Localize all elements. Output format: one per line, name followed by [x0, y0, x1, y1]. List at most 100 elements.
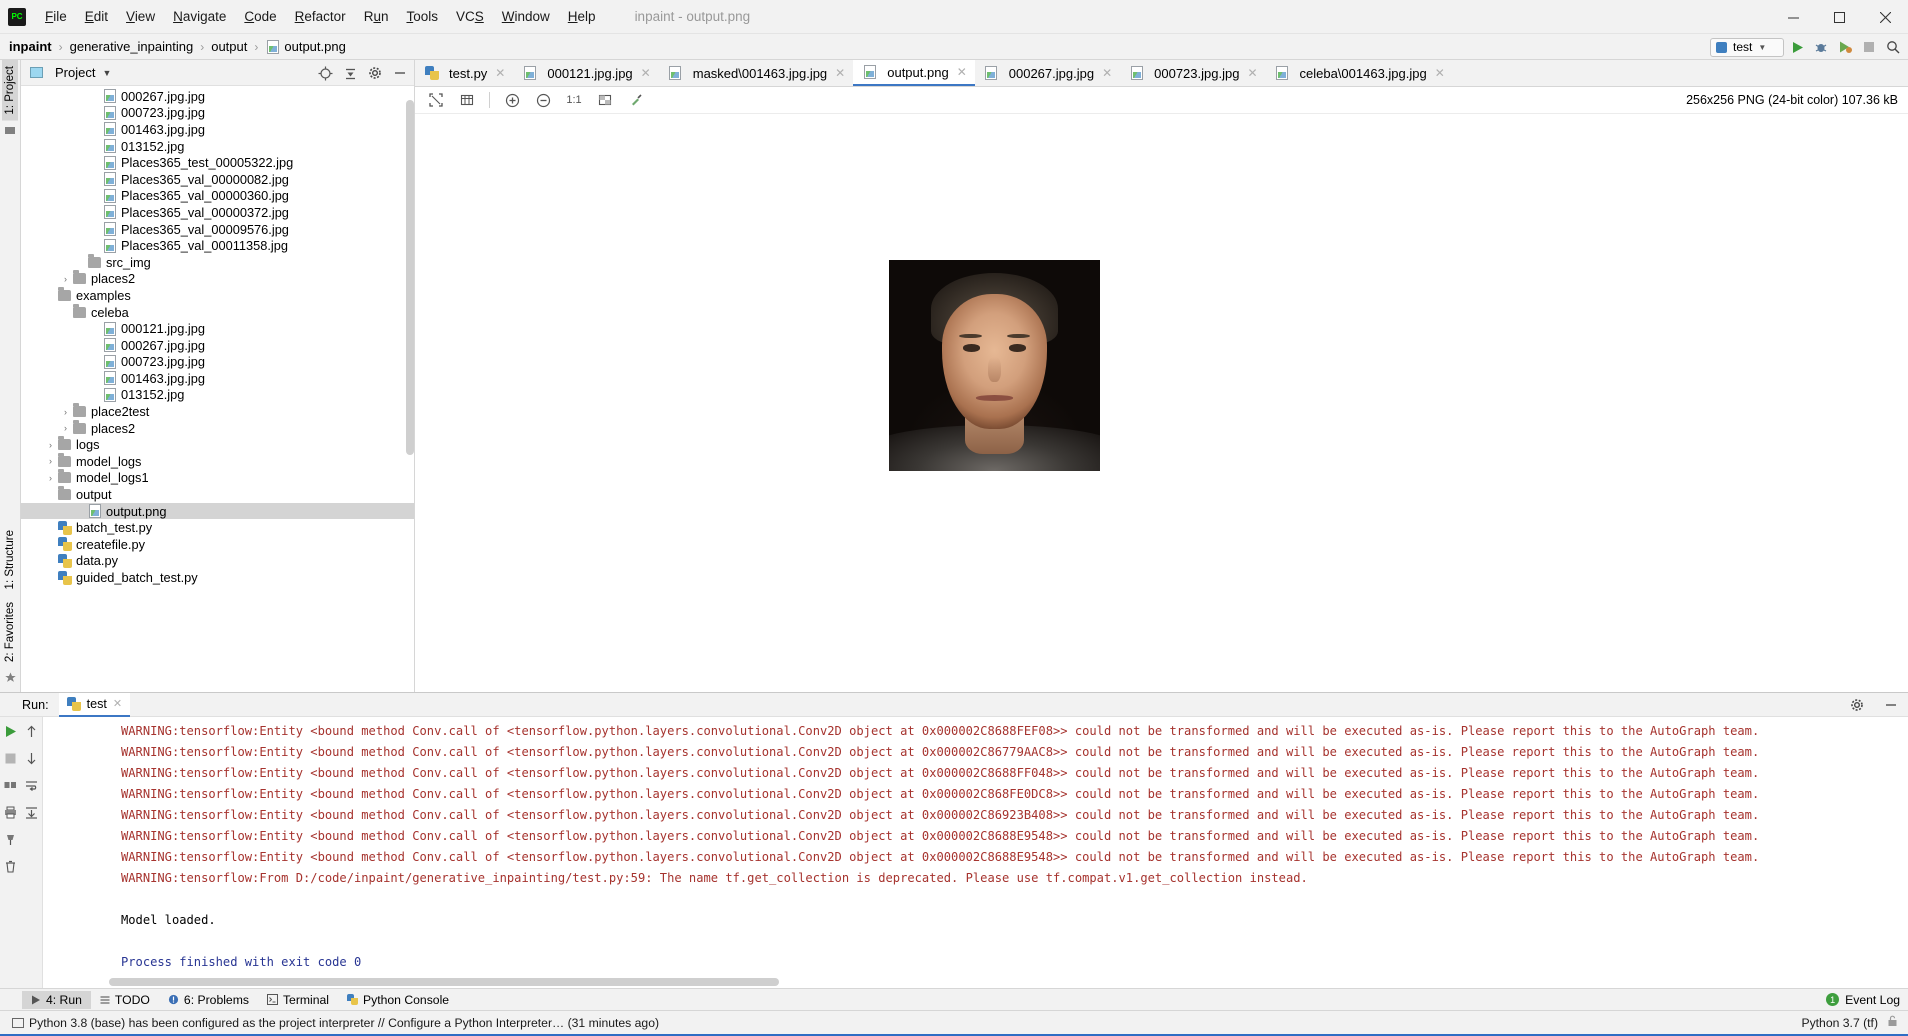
menu-code[interactable]: Code: [235, 6, 285, 27]
maximize-button[interactable]: [1816, 0, 1862, 34]
toggle-grid-icon[interactable]: [456, 89, 478, 111]
scroll-down-button[interactable]: [21, 748, 42, 768]
zoom-in-icon[interactable]: [501, 89, 523, 111]
menu-run[interactable]: Run: [355, 6, 398, 27]
bottom-button-todo[interactable]: TODO: [91, 991, 159, 1009]
project-tree[interactable]: 000267.jpg.jpg 000723.jpg.jpg 001463.jpg.j…: [21, 86, 414, 692]
close-icon[interactable]: ✕: [1435, 66, 1445, 80]
breadcrumb-item-file[interactable]: output.png: [284, 39, 345, 54]
tree-row[interactable]: 000121.jpg.jpg: [21, 320, 414, 337]
tree-row[interactable]: 001463.jpg.jpg: [21, 370, 414, 387]
tree-row[interactable]: ⱟ output: [21, 486, 414, 503]
bottom-button-python-console[interactable]: Python Console: [338, 991, 458, 1009]
soft-wrap-button[interactable]: [21, 775, 42, 795]
bottom-button-run[interactable]: 4: Run: [22, 991, 91, 1009]
tree-row[interactable]: 000723.jpg.jpg: [21, 354, 414, 371]
run-with-coverage-button[interactable]: [1834, 36, 1856, 58]
project-settings-gear-icon[interactable]: [364, 62, 386, 84]
tree-twisty[interactable]: ›: [44, 456, 57, 466]
close-button[interactable]: [1862, 0, 1908, 34]
favorites-star-icon[interactable]: [5, 671, 16, 686]
search-everywhere-icon[interactable]: [1882, 36, 1904, 58]
tree-twisty[interactable]: ⱟ: [59, 307, 72, 317]
chevron-down-icon[interactable]: ▼: [102, 68, 111, 78]
close-icon[interactable]: ✕: [495, 66, 505, 80]
bottom-button-terminal[interactable]: Terminal: [258, 991, 338, 1009]
project-tree-scrollbar[interactable]: [406, 100, 414, 455]
tree-row[interactable]: › logs: [21, 436, 414, 453]
menu-refactor[interactable]: Refactor: [286, 6, 355, 27]
tree-twisty[interactable]: ›: [44, 440, 57, 450]
menu-edit[interactable]: Edit: [76, 6, 117, 27]
tree-row[interactable]: › places2: [21, 420, 414, 437]
fit-to-window-icon[interactable]: [425, 89, 447, 111]
breadcrumb-item-module[interactable]: generative_inpainting: [70, 39, 194, 54]
close-icon[interactable]: ✕: [957, 65, 967, 79]
tree-row[interactable]: Places365_val_00011358.jpg: [21, 237, 414, 254]
close-icon[interactable]: ✕: [113, 697, 122, 710]
editor-tab[interactable]: celeba\001463.jpg.jpg ✕: [1266, 60, 1453, 86]
tree-row[interactable]: › place2test: [21, 403, 414, 420]
tree-row[interactable]: Places365_test_00005322.jpg: [21, 154, 414, 171]
editor-tab[interactable]: output.png ✕: [853, 60, 975, 86]
tree-twisty[interactable]: ›: [44, 473, 57, 483]
pin-tab-button[interactable]: [0, 829, 21, 849]
tree-twisty[interactable]: ⱟ: [44, 290, 57, 300]
layout-button[interactable]: [0, 775, 21, 795]
close-icon[interactable]: ✕: [835, 66, 845, 80]
interpreter-selector[interactable]: Python 3.7 (tf): [1801, 1016, 1878, 1030]
color-picker-icon[interactable]: [625, 89, 647, 111]
transparency-chessboard-icon[interactable]: [594, 89, 616, 111]
clear-all-button[interactable]: [0, 856, 21, 876]
menu-navigate[interactable]: Navigate: [164, 6, 235, 27]
zoom-out-icon[interactable]: [532, 89, 554, 111]
tree-row[interactable]: › places2: [21, 271, 414, 288]
minimize-button[interactable]: [1770, 0, 1816, 34]
menu-tools[interactable]: Tools: [397, 6, 447, 27]
tree-row[interactable]: 013152.jpg: [21, 138, 414, 155]
run-tab-test[interactable]: test ✕: [59, 693, 131, 717]
status-message[interactable]: Python 3.8 (base) has been configured as…: [29, 1016, 659, 1030]
close-icon[interactable]: ✕: [1247, 66, 1257, 80]
bottom-button-problems[interactable]: 6: Problems: [159, 991, 258, 1009]
tree-row[interactable]: › model_logs: [21, 453, 414, 470]
menu-file[interactable]: File: [36, 6, 76, 27]
structure-toggle-icon[interactable]: [5, 124, 16, 139]
tree-row[interactable]: 000267.jpg.jpg: [21, 88, 414, 105]
sidebar-item-favorites[interactable]: 2: Favorites: [2, 596, 18, 668]
tree-row[interactable]: src_img: [21, 254, 414, 271]
scroll-up-button[interactable]: [21, 721, 42, 741]
close-icon[interactable]: ✕: [641, 66, 651, 80]
tree-row[interactable]: data.py: [21, 553, 414, 570]
sidebar-item-project[interactable]: 1: Project: [2, 60, 18, 121]
menu-view[interactable]: View: [117, 6, 164, 27]
tree-row[interactable]: Places365_val_00009576.jpg: [21, 221, 414, 238]
tree-row[interactable]: guided_batch_test.py: [21, 569, 414, 586]
actual-size-icon[interactable]: 1:1: [563, 89, 585, 111]
hide-panel-icon[interactable]: [389, 62, 411, 84]
tree-twisty[interactable]: ›: [59, 407, 72, 417]
image-canvas[interactable]: [415, 114, 1908, 692]
print-button[interactable]: [0, 802, 21, 822]
tree-row[interactable]: 013152.jpg: [21, 387, 414, 404]
menu-vcs[interactable]: VCS: [447, 6, 493, 27]
event-log-button[interactable]: 1 Event Log: [1826, 993, 1900, 1007]
menu-help[interactable]: Help: [559, 6, 605, 27]
scroll-from-source-icon[interactable]: [314, 62, 336, 84]
run-console[interactable]: WARNING:tensorflow:Entity <bound method …: [43, 717, 1908, 988]
editor-tab[interactable]: 000121.jpg.jpg ✕: [513, 60, 658, 86]
editor-tab[interactable]: test.py ✕: [415, 60, 513, 86]
sidebar-item-structure[interactable]: 1: Structure: [2, 524, 18, 595]
run-button[interactable]: [1786, 36, 1808, 58]
close-icon[interactable]: ✕: [1102, 66, 1112, 80]
scroll-to-end-button[interactable]: [21, 802, 42, 822]
tree-row[interactable]: createfile.py: [21, 536, 414, 553]
tree-row[interactable]: Places365_val_00000360.jpg: [21, 188, 414, 205]
debug-button[interactable]: [1810, 36, 1832, 58]
stop-button[interactable]: [1858, 36, 1880, 58]
tree-row[interactable]: ⱟ celeba: [21, 304, 414, 321]
tree-row[interactable]: › model_logs1: [21, 470, 414, 487]
tree-row[interactable]: output.png: [21, 503, 414, 520]
tree-row[interactable]: 001463.jpg.jpg: [21, 121, 414, 138]
rerun-button[interactable]: [0, 721, 21, 741]
